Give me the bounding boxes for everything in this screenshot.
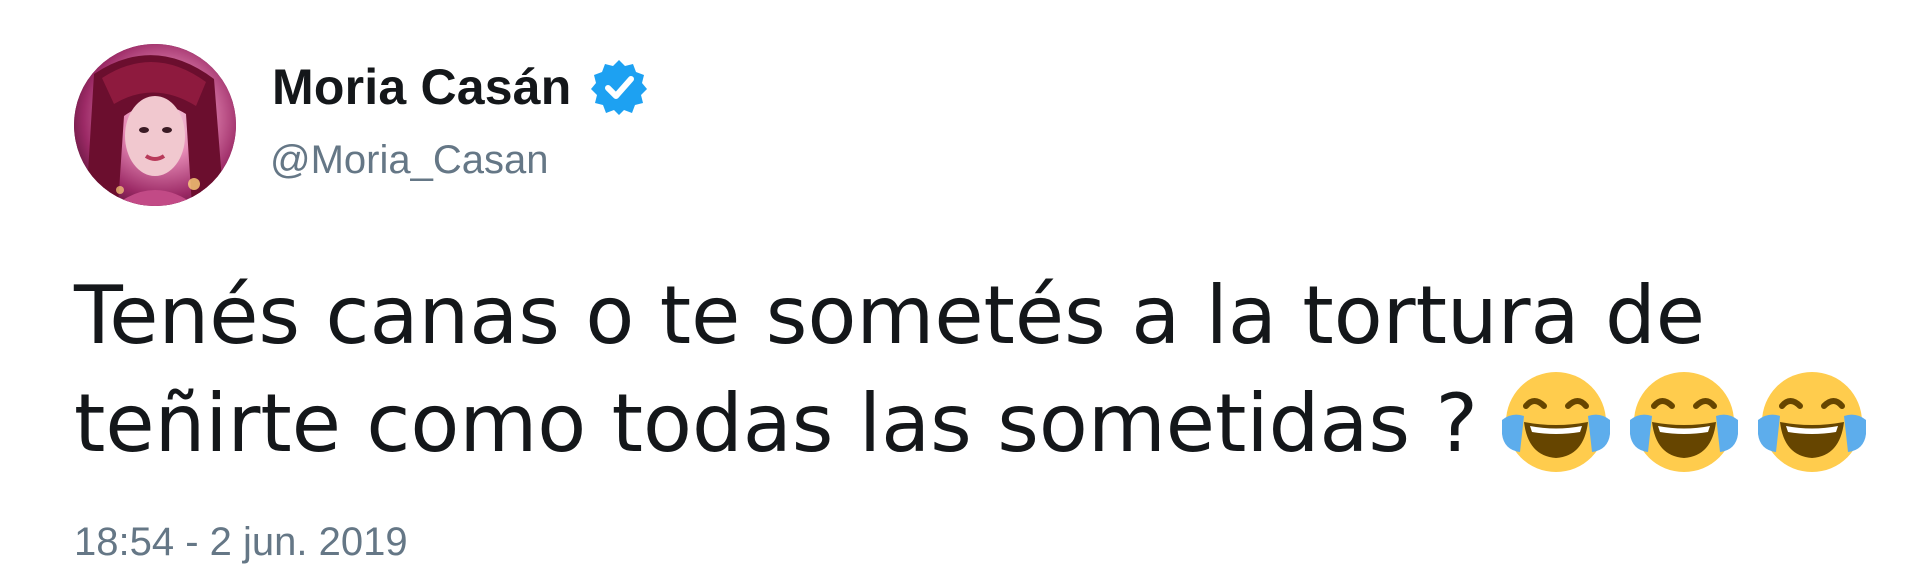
author-handle[interactable]: @Moria_Casan (270, 138, 549, 183)
author-display-name[interactable]: Moria Casán (272, 58, 572, 116)
tweet-text-line-2-wrapper: teñirte como todas las sometidas ? (74, 370, 1914, 488)
author-name-row[interactable]: Moria Casán (272, 52, 648, 122)
avatar[interactable] (74, 44, 236, 206)
face-with-tears-of-joy-icon (1501, 371, 1610, 472)
tweet-text: Tenés canas o te sometés a la tortura de… (74, 262, 1914, 488)
avatar-image (74, 44, 236, 206)
emoji-group (1498, 363, 1882, 480)
verified-badge-icon (590, 58, 648, 116)
tweet-card: Moria Casán @Moria_Casan Tenés canas o t… (0, 0, 1920, 582)
face-with-tears-of-joy-icon (1629, 371, 1738, 472)
face-with-tears-of-joy-icon (1757, 371, 1866, 472)
tweet-timestamp[interactable]: 18:54 - 2 jun. 2019 (74, 520, 408, 565)
tweet-text-line-1: Tenés canas o te sometés a la tortura de (74, 269, 1705, 362)
tweet-text-line-2: teñirte como todas las sometidas ? (74, 377, 1478, 470)
